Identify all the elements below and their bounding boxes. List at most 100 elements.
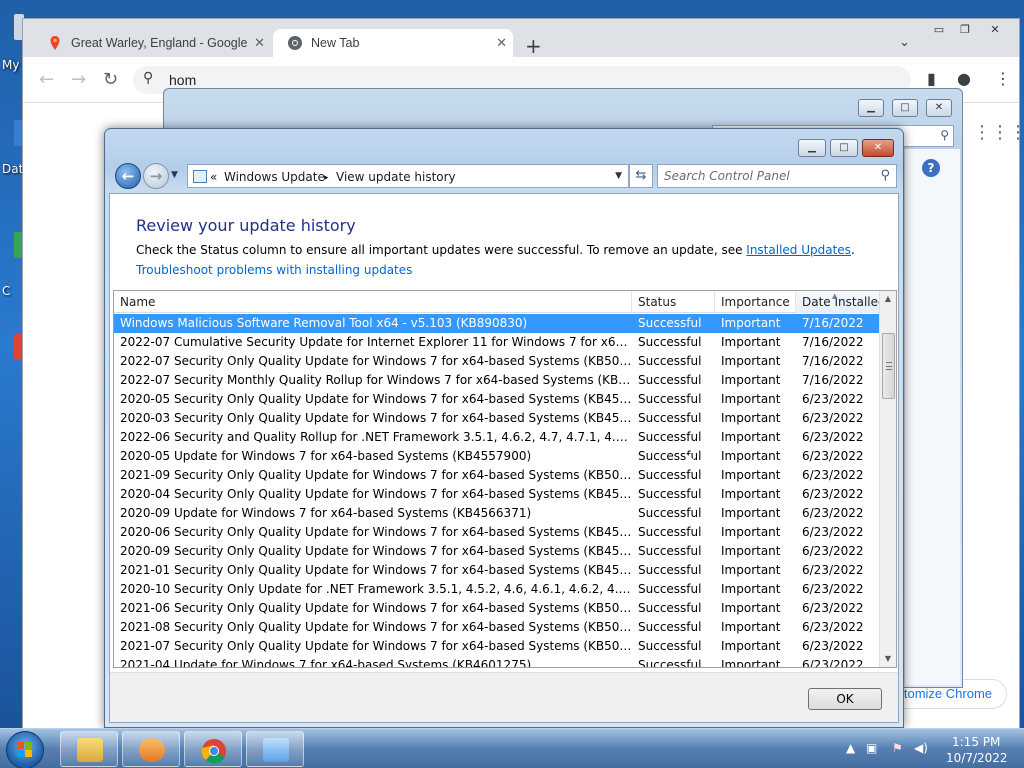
update-name-cell: 2022-06 Security and Quality Rollup for … <box>120 430 632 444</box>
search-control-panel[interactable]: ⚲ <box>657 164 897 188</box>
importance-cell: Important <box>721 430 781 444</box>
clock-date[interactable]: 10/7/2022 <box>946 751 1008 765</box>
troubleshoot-link[interactable]: Troubleshoot problems with installing up… <box>136 263 412 277</box>
forward-button[interactable]: → <box>143 163 169 189</box>
address-dropdown-icon[interactable]: ▼ <box>615 171 622 181</box>
table-row[interactable]: 2020-05 Update for Windows 7 for x64-bas… <box>114 447 880 466</box>
side-panel-icon[interactable]: ▮ <box>927 69 936 88</box>
dialog-footer: OK <box>110 672 898 722</box>
show-hidden-icons-icon[interactable]: ▲ <box>846 741 855 755</box>
maximize-icon[interactable]: □ <box>892 99 918 117</box>
table-row[interactable]: Windows Malicious Software Removal Tool … <box>114 314 880 333</box>
address-bar[interactable]: « Windows Update ▸ View update history ▼ <box>187 164 629 188</box>
minimize-icon[interactable]: ▁ <box>798 139 826 157</box>
restore-icon[interactable]: ❐ <box>953 23 977 41</box>
chrome-tabstrip: Great Warley, England - Google M ✕ New T… <box>23 19 1019 58</box>
status-cell: Successful <box>638 620 702 634</box>
tab-search-chevron-icon[interactable]: ⌄ <box>899 35 910 50</box>
action-center-flag-icon[interactable]: ⚑ <box>892 741 903 755</box>
volume-icon[interactable]: ◀) <box>914 741 928 755</box>
importance-cell: Important <box>721 316 781 330</box>
omnibox-text[interactable]: hom <box>169 72 196 88</box>
tab-new-tab[interactable]: New Tab ✕ <box>273 29 513 57</box>
close-icon[interactable]: ✕ <box>862 139 894 157</box>
table-row[interactable]: 2020-05 Security Only Quality Update for… <box>114 390 880 409</box>
background-window-pane <box>904 149 960 685</box>
status-cell: Successful <box>638 601 702 615</box>
breadcrumb-view-update-history[interactable]: View update history <box>336 170 456 184</box>
breadcrumb-separator-icon[interactable]: ▸ <box>324 173 329 183</box>
table-row[interactable]: 2020-03 Security Only Quality Update for… <box>114 409 880 428</box>
importance-cell: Important <box>721 525 781 539</box>
ok-button[interactable]: OK <box>808 688 882 710</box>
update-history-list[interactable]: Name Status Importance ▲ Date Installed … <box>113 290 897 668</box>
google-apps-grid-icon[interactable]: ⋮⋮⋮ <box>973 122 1024 143</box>
table-row[interactable]: 2020-10 Security Only Update for .NET Fr… <box>114 580 880 599</box>
forward-arrow-icon[interactable]: → <box>71 69 86 90</box>
status-cell: Successful <box>638 316 702 330</box>
table-row[interactable]: 2022-07 Security Only Quality Update for… <box>114 352 880 371</box>
date-installed-cell: 6/23/2022 <box>802 563 864 577</box>
taskbar-media-player[interactable] <box>122 731 180 767</box>
taskbar-chrome[interactable] <box>184 731 242 767</box>
table-row[interactable]: 2020-04 Security Only Quality Update for… <box>114 485 880 504</box>
date-installed-cell: 7/16/2022 <box>802 354 864 368</box>
minimize-icon[interactable]: ▭ <box>927 23 951 41</box>
close-tab-icon[interactable]: ✕ <box>496 35 507 51</box>
vertical-scrollbar[interactable]: ▲ ▼ <box>879 291 896 667</box>
update-name-cell: 2021-07 Security Only Quality Update for… <box>120 639 632 653</box>
table-row[interactable]: 2021-09 Security Only Quality Update for… <box>114 466 880 485</box>
refresh-icon[interactable]: ⇆ <box>629 164 653 188</box>
table-row[interactable]: 2020-06 Security Only Quality Update for… <box>114 523 880 542</box>
date-installed-cell: 6/23/2022 <box>802 525 864 539</box>
column-header-name[interactable]: Name <box>114 291 632 313</box>
network-icon[interactable]: ▣ <box>866 741 877 755</box>
back-button[interactable]: ← <box>115 163 141 189</box>
table-row[interactable]: 2021-06 Security Only Quality Update for… <box>114 599 880 618</box>
table-row[interactable]: 2022-06 Security and Quality Rollup for … <box>114 428 880 447</box>
table-row[interactable]: 2022-07 Cumulative Security Update for I… <box>114 333 880 352</box>
table-row[interactable]: 2020-09 Update for Windows 7 for x64-bas… <box>114 504 880 523</box>
table-row[interactable]: 2021-04 Update for Windows 7 for x64-bas… <box>114 656 880 668</box>
importance-cell: Important <box>721 582 781 596</box>
close-icon[interactable]: ✕ <box>926 99 952 117</box>
minimize-icon[interactable]: ▁ <box>858 99 884 117</box>
chrome-menu-icon[interactable]: ⋮ <box>995 69 1011 88</box>
new-tab-button[interactable]: + <box>525 34 542 58</box>
reload-icon[interactable]: ↻ <box>103 69 118 90</box>
installed-updates-link[interactable]: Installed Updates <box>746 243 851 257</box>
importance-cell: Important <box>721 563 781 577</box>
breadcrumb-windows-update[interactable]: Windows Update <box>224 170 325 184</box>
breadcrumb-overflow[interactable]: « <box>210 170 217 184</box>
profile-avatar-icon[interactable]: ● <box>957 69 971 88</box>
back-arrow-icon[interactable]: ← <box>39 69 54 90</box>
clock-time[interactable]: 1:15 PM <box>952 735 1000 749</box>
search-icon: ⚲ <box>143 70 154 86</box>
table-row[interactable]: 2021-01 Security Only Quality Update for… <box>114 561 880 580</box>
close-window-icon[interactable]: ✕ <box>983 23 1007 41</box>
scroll-down-arrow-icon[interactable]: ▼ <box>880 651 896 667</box>
taskbar-control-panel[interactable] <box>246 731 304 767</box>
update-name-cell: Windows Malicious Software Removal Tool … <box>120 316 528 330</box>
column-header-date-installed[interactable]: ▲ Date Installed <box>796 291 886 313</box>
table-row[interactable]: 2021-07 Security Only Quality Update for… <box>114 637 880 656</box>
table-row[interactable]: 2020-09 Security Only Quality Update for… <box>114 542 880 561</box>
table-row[interactable]: 2022-07 Security Monthly Quality Rollup … <box>114 371 880 390</box>
importance-cell: Important <box>721 392 781 406</box>
column-header-importance[interactable]: Importance <box>715 291 796 313</box>
date-installed-cell: 6/23/2022 <box>802 658 864 668</box>
update-name-cell: 2021-09 Security Only Quality Update for… <box>120 468 632 482</box>
status-cell: Successful <box>638 373 702 387</box>
close-tab-icon[interactable]: ✕ <box>254 35 265 51</box>
table-row[interactable]: 2021-08 Security Only Quality Update for… <box>114 618 880 637</box>
start-button[interactable] <box>6 731 44 768</box>
help-icon[interactable]: ? <box>922 159 940 177</box>
search-input[interactable] <box>664 166 874 186</box>
column-header-status[interactable]: Status <box>632 291 715 313</box>
maximize-icon[interactable]: □ <box>830 139 858 157</box>
scrollbar-thumb[interactable] <box>882 333 895 399</box>
scroll-up-arrow-icon[interactable]: ▲ <box>880 291 896 307</box>
recent-pages-chevron-icon[interactable]: ▼ <box>171 170 178 180</box>
tab-great-warley[interactable]: Great Warley, England - Google M ✕ <box>33 29 271 57</box>
taskbar-explorer[interactable] <box>60 731 118 767</box>
